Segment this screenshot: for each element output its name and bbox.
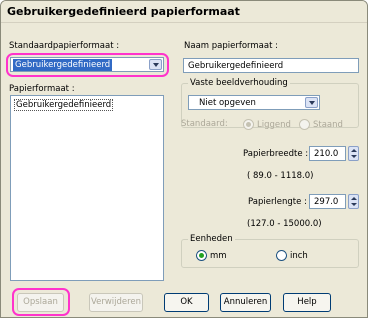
radio-landscape[interactable]: [299, 119, 310, 130]
paper-length-field[interactable]: 297.0: [309, 194, 346, 209]
portrait-label: Liggend: [257, 120, 291, 130]
dialog-window: Gebruikergedefinieerd papierformaat Stan…: [0, 0, 368, 318]
radio-portrait[interactable]: [243, 119, 254, 130]
highlight-save-button: [12, 288, 70, 316]
list-item[interactable]: Gebruikergedefinieerd: [14, 99, 114, 111]
paper-width-value: 210.0: [314, 149, 339, 159]
paper-length-range: (127.0 - 15000.0): [247, 219, 322, 229]
standard-paper-label: Standaardpapierformaat :: [9, 41, 120, 51]
paper-format-list[interactable]: Gebruikergedefinieerd: [10, 95, 164, 281]
aspect-ratio-value: Niet opgeven: [199, 98, 256, 108]
paper-length-label: Papierlengte :: [248, 197, 307, 207]
paper-length-value: 297.0: [314, 197, 339, 207]
paper-format-label: Papierformaat :: [9, 84, 75, 94]
aspect-ratio-select[interactable]: Niet opgeven: [188, 95, 320, 110]
units-title: Eenheden: [188, 234, 235, 244]
paper-width-field[interactable]: 210.0: [309, 146, 346, 161]
inch-label: inch: [290, 251, 308, 261]
ok-button[interactable]: OK: [164, 293, 209, 312]
standard-label: Standaard:: [181, 119, 228, 129]
paper-name-field[interactable]: Gebruikergedefinieerd: [183, 58, 359, 73]
help-button[interactable]: Help: [283, 293, 331, 312]
mm-label: mm: [210, 251, 227, 261]
radio-mm[interactable]: [196, 250, 207, 261]
paper-name-value: Gebruikergedefinieerd: [188, 61, 284, 71]
radio-inch[interactable]: [276, 250, 287, 261]
aspect-ratio-title: Vaste beeldverhouding: [188, 78, 290, 88]
paper-width-spinner[interactable]: [348, 146, 359, 161]
title-bar[interactable]: Gebruikergedefinieerd papierformaat: [1, 1, 367, 23]
units-group: Eenheden: [181, 234, 359, 268]
paper-name-label: Naam papierformaat :: [184, 41, 278, 51]
paper-length-spinner[interactable]: [348, 194, 359, 209]
highlight-standard-paper: [6, 53, 169, 77]
cancel-button[interactable]: Annuleren: [220, 293, 271, 312]
delete-button[interactable]: Verwijderen: [89, 293, 143, 312]
paper-width-range: ( 89.0 - 1118.0): [247, 171, 314, 181]
chevron-down-icon[interactable]: [305, 97, 318, 108]
landscape-label: Staand: [313, 120, 343, 130]
paper-width-label: Papierbreedte :: [243, 149, 309, 159]
window-title: Gebruikergedefinieerd papierformaat: [7, 5, 240, 18]
